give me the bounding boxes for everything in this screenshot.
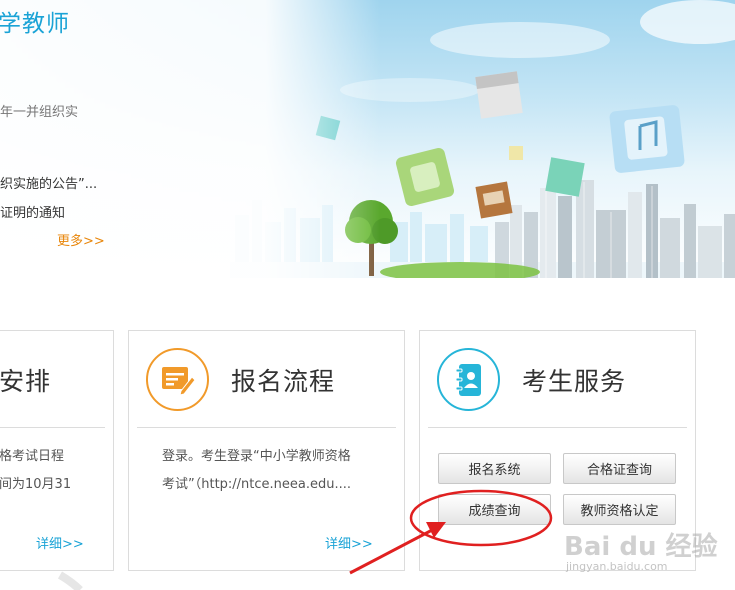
card-divider — [0, 427, 105, 428]
card-title: 安排 — [0, 367, 52, 396]
exam-schedule-card: 安排 格考试日程 间为10月31 详细>> — [0, 330, 114, 571]
card-header: 安排 — [0, 331, 113, 427]
card-divider — [428, 427, 687, 428]
registration-form-icon — [146, 348, 209, 411]
teacher-qualification-button[interactable]: 教师资格认定 — [563, 494, 676, 525]
details-link[interactable]: 详细>> — [325, 533, 373, 552]
score-query-button[interactable]: 成绩查询 — [438, 494, 551, 525]
banner-news-item[interactable]: 年一并组织实 — [0, 101, 78, 120]
banner-more-link[interactable]: 更多>> — [57, 230, 105, 249]
card-summary-line: 间为10月31 — [0, 477, 72, 492]
card-title: 考生服务 — [522, 367, 627, 396]
banner-title: 学教师 — [0, 11, 70, 37]
card-title: 报名流程 — [231, 367, 336, 396]
details-link[interactable]: 详细>> — [36, 533, 84, 552]
card-divider — [137, 427, 396, 428]
banner-news-item[interactable]: 证明的通知 — [0, 202, 65, 221]
baidu-watermark: Bai du 经验 jingyan.baidu.com — [564, 526, 718, 576]
address-book-icon — [437, 348, 500, 411]
card-summary-line: 登录。考生登录“中小学教师资格 — [162, 449, 351, 464]
watermark-logo: Bai du 经验 — [564, 532, 718, 562]
decorative-swoosh — [57, 571, 83, 590]
card-header: 报名流程 — [129, 331, 404, 427]
watermark-url: jingyan.baidu.com — [566, 560, 668, 573]
banner: 学教师 年一并组织实 织实施的公告”... 证明的通知 更多>> — [0, 0, 735, 278]
banner-news-item[interactable]: 织实施的公告”... — [0, 173, 97, 192]
certificate-query-button[interactable]: 合格证查询 — [563, 453, 676, 484]
card-summary-line: 考试”（http://ntce.neea.edu.... — [162, 477, 352, 492]
registration-system-button[interactable]: 报名系统 — [438, 453, 551, 484]
card-header: 考生服务 — [420, 331, 695, 427]
card-summary-line: 格考试日程 — [0, 449, 65, 464]
registration-process-card: 报名流程 登录。考生登录“中小学教师资格 考试”（http://ntce.nee… — [128, 330, 405, 571]
